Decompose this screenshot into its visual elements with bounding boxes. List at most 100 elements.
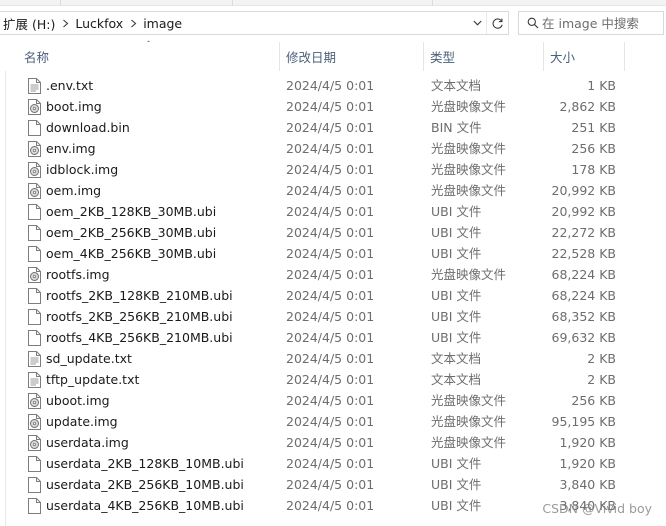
table-row[interactable]: uboot.img 2024/4/5 0:01 光盘映像文件 256 KB bbox=[0, 390, 666, 411]
chevron-right-icon[interactable] bbox=[58, 12, 72, 34]
table-row[interactable]: userdata.img 2024/4/5 0:01 光盘映像文件 1,920 KB bbox=[0, 432, 666, 453]
strip-divider bbox=[432, 0, 433, 6]
text-file-icon bbox=[28, 351, 41, 367]
file-type: 文本文档 bbox=[431, 351, 482, 366]
file-name: oem_2KB_256KB_30MB.ubi bbox=[46, 225, 217, 240]
file-icon bbox=[28, 477, 41, 493]
file-icon bbox=[28, 225, 41, 241]
file-modified-date: 2024/4/5 0:01 bbox=[286, 183, 375, 198]
file-modified-date: 2024/4/5 0:01 bbox=[286, 99, 375, 114]
file-icon bbox=[28, 120, 41, 136]
file-type: 光盘映像文件 bbox=[431, 414, 507, 429]
table-row[interactable]: idblock.img 2024/4/5 0:01 光盘映像文件 178 KB bbox=[0, 159, 666, 180]
table-row[interactable]: download.bin 2024/4/5 0:01 BIN 文件 251 KB bbox=[0, 117, 666, 138]
breadcrumb-drive[interactable]: 扩展 (H:) bbox=[0, 12, 58, 34]
file-name: oem.img bbox=[46, 183, 102, 198]
file-modified-date: 2024/4/5 0:01 bbox=[286, 435, 375, 450]
column-resize-handle[interactable] bbox=[624, 42, 625, 71]
file-icon bbox=[28, 288, 41, 304]
file-type: UBI 文件 bbox=[431, 288, 482, 303]
table-row[interactable]: boot.img 2024/4/5 0:01 光盘映像文件 2,862 KB bbox=[0, 96, 666, 117]
file-modified-date: 2024/4/5 0:01 bbox=[286, 372, 375, 387]
file-size: 2 KB bbox=[587, 372, 616, 387]
table-row[interactable]: oem_2KB_128KB_30MB.ubi 2024/4/5 0:01 UBI 文… bbox=[0, 201, 666, 222]
table-row[interactable]: oem_2KB_256KB_30MB.ubi 2024/4/5 0:01 UBI 文… bbox=[0, 222, 666, 243]
file-list: .env.txt 2024/4/5 0:01 文本文档 1 KB boot.img 202… bbox=[0, 75, 666, 516]
file-name: update.img bbox=[46, 414, 118, 429]
table-row[interactable]: userdata_2KB_256KB_10MB.ubi 2024/4/5 0:01… bbox=[0, 474, 666, 495]
file-icon bbox=[28, 498, 41, 514]
search-box[interactable] bbox=[518, 11, 664, 35]
file-type: UBI 文件 bbox=[431, 330, 482, 345]
file-type: 光盘映像文件 bbox=[431, 267, 507, 282]
watermark: CSDN @Vivid boy bbox=[542, 501, 652, 516]
disc-image-icon bbox=[28, 99, 41, 115]
search-icon bbox=[527, 17, 539, 29]
file-type: 光盘映像文件 bbox=[431, 99, 507, 114]
table-row[interactable]: rootfs_4KB_256KB_210MB.ubi 2024/4/5 0:01 U… bbox=[0, 327, 666, 348]
table-row[interactable]: rootfs_2KB_128KB_210MB.ubi 2024/4/5 0:01 U… bbox=[0, 285, 666, 306]
file-size: 95,195 KB bbox=[551, 414, 616, 429]
file-icon bbox=[28, 309, 41, 325]
table-row[interactable]: env.img 2024/4/5 0:01 光盘映像文件 256 KB bbox=[0, 138, 666, 159]
table-row[interactable]: sd_update.txt 2024/4/5 0:01 文本文档 2 KB bbox=[0, 348, 666, 369]
table-row[interactable]: userdata_2KB_128KB_10MB.ubi 2024/4/5 0:01… bbox=[0, 453, 666, 474]
breadcrumb-luckfox[interactable]: Luckfox bbox=[72, 12, 126, 34]
search-input[interactable] bbox=[542, 15, 662, 31]
file-size: 256 KB bbox=[571, 393, 616, 408]
file-modified-date: 2024/4/5 0:01 bbox=[286, 456, 375, 471]
column-header-name[interactable]: 名称 bbox=[18, 42, 280, 71]
file-name: sd_update.txt bbox=[46, 351, 132, 366]
table-row[interactable]: oem_4KB_256KB_30MB.ubi 2024/4/5 0:01 UBI 文… bbox=[0, 243, 666, 264]
table-row[interactable]: update.img 2024/4/5 0:01 光盘映像文件 95,195 KB bbox=[0, 411, 666, 432]
file-modified-date: 2024/4/5 0:01 bbox=[286, 246, 375, 261]
file-modified-date: 2024/4/5 0:01 bbox=[286, 267, 375, 282]
file-modified-date: 2024/4/5 0:01 bbox=[286, 477, 375, 492]
refresh-icon[interactable] bbox=[486, 12, 508, 34]
file-name: rootfs_2KB_128KB_210MB.ubi bbox=[46, 288, 233, 303]
file-name: .env.txt bbox=[46, 78, 94, 93]
chevron-down-icon[interactable] bbox=[468, 12, 486, 34]
file-size: 251 KB bbox=[571, 120, 616, 135]
breadcrumb-image[interactable]: image bbox=[140, 12, 185, 34]
file-name: tftp_update.txt bbox=[46, 372, 140, 387]
file-name: userdata.img bbox=[46, 435, 129, 450]
column-header-date[interactable]: 修改日期 bbox=[280, 42, 424, 71]
file-type: 光盘映像文件 bbox=[431, 141, 507, 156]
title-bar-strip bbox=[0, 0, 666, 6]
table-row[interactable]: tftp_update.txt 2024/4/5 0:01 文本文档 2 KB bbox=[0, 369, 666, 390]
table-row[interactable]: rootfs_2KB_256KB_210MB.ubi 2024/4/5 0:01 U… bbox=[0, 306, 666, 327]
file-icon bbox=[28, 204, 41, 220]
file-size: 2,862 KB bbox=[559, 99, 616, 114]
table-row[interactable]: oem.img 2024/4/5 0:01 光盘映像文件 20,992 KB bbox=[0, 180, 666, 201]
file-type: UBI 文件 bbox=[431, 498, 482, 513]
file-modified-date: 2024/4/5 0:01 bbox=[286, 414, 375, 429]
file-size: 20,992 KB bbox=[551, 183, 616, 198]
file-name: rootfs_2KB_256KB_210MB.ubi bbox=[46, 309, 233, 324]
chevron-right-icon[interactable] bbox=[126, 12, 140, 34]
file-name: userdata_2KB_128KB_10MB.ubi bbox=[46, 456, 244, 471]
disc-image-icon bbox=[28, 162, 41, 178]
file-size: 22,528 KB bbox=[551, 246, 616, 261]
file-size: 20,992 KB bbox=[551, 204, 616, 219]
column-header-size[interactable]: 大小 bbox=[544, 42, 624, 71]
file-size: 3,840 KB bbox=[559, 477, 616, 492]
strip-divider bbox=[60, 0, 61, 6]
file-icon bbox=[28, 456, 41, 472]
text-file-icon bbox=[28, 78, 41, 94]
file-size: 2 KB bbox=[587, 351, 616, 366]
address-bar[interactable]: 扩展 (H:) Luckfox image bbox=[0, 11, 509, 35]
file-type: 光盘映像文件 bbox=[431, 162, 507, 177]
column-header-type[interactable]: 类型 bbox=[424, 42, 544, 71]
file-size: 68,352 KB bbox=[551, 309, 616, 324]
file-size: 68,224 KB bbox=[551, 267, 616, 282]
column-header: 名称 修改日期 类型 大小 bbox=[0, 42, 666, 71]
file-modified-date: 2024/4/5 0:01 bbox=[286, 78, 375, 93]
file-type: 光盘映像文件 bbox=[431, 183, 507, 198]
file-name: oem_2KB_128KB_30MB.ubi bbox=[46, 204, 217, 219]
disc-image-icon bbox=[28, 393, 41, 409]
disc-image-icon bbox=[28, 414, 41, 430]
table-row[interactable]: rootfs.img 2024/4/5 0:01 光盘映像文件 68,224 KB bbox=[0, 264, 666, 285]
table-row[interactable]: .env.txt 2024/4/5 0:01 文本文档 1 KB bbox=[0, 75, 666, 96]
file-modified-date: 2024/4/5 0:01 bbox=[286, 204, 375, 219]
